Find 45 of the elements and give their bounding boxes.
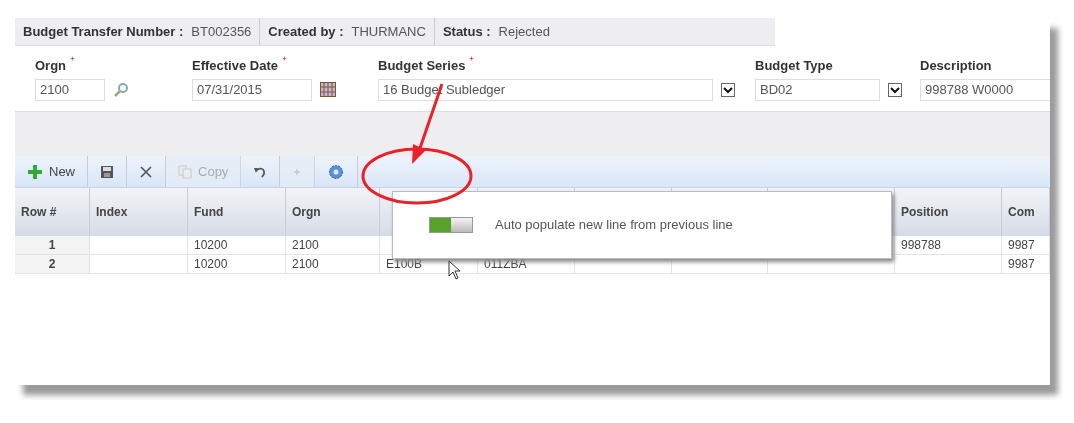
table-cell-text: 998788 <box>901 237 942 254</box>
field-label: Budget Series <box>378 57 466 75</box>
input-field[interactable]: 998788 W0000 <box>920 78 1050 101</box>
column-header: Row # <box>21 204 57 221</box>
field-label: Effective Date <box>192 57 278 75</box>
input-field[interactable]: 07/31/2015 <box>192 78 312 101</box>
header-value: Rejected <box>498 22 550 41</box>
field-label: Orgn <box>35 57 67 75</box>
input-field[interactable]: 2100 <box>35 78 105 101</box>
header-label: Status : <box>442 22 491 41</box>
star-icon <box>292 166 303 177</box>
column-header: Fund <box>194 204 224 221</box>
new-button[interactable]: New <box>15 156 88 187</box>
table-cell-text: 9987 <box>1008 237 1035 254</box>
dropdown-icon[interactable] <box>888 82 902 97</box>
save-icon <box>100 164 114 179</box>
table-cell-text: 9987 <box>1008 256 1035 273</box>
copy-icon <box>178 164 192 179</box>
settings-icon <box>327 162 346 181</box>
header-value: THURMANC <box>351 22 426 41</box>
search-icon[interactable] <box>113 81 129 98</box>
field-label: Description <box>920 57 992 75</box>
table-cell-text: 2100 <box>292 237 319 254</box>
column-header: Index <box>96 204 128 221</box>
table-cell-text: 2100 <box>292 256 319 273</box>
table-cell-text: 10200 <box>194 237 228 254</box>
table-cell-text: 10200 <box>194 256 228 273</box>
field-label: Budget Type <box>755 57 833 75</box>
calendar-icon[interactable] <box>320 82 336 97</box>
table-cell-text: 2 <box>48 256 56 273</box>
plus-icon <box>27 163 43 180</box>
table-cell-text: 011ZBA <box>484 256 527 273</box>
column-header: Orgn <box>292 204 321 221</box>
header-label: Created by : <box>268 22 344 41</box>
header-value: BT002356 <box>191 22 252 41</box>
header-label: Budget Transfer Number : <box>23 22 184 41</box>
table-cell-text: E100B <box>386 256 423 273</box>
dropdown-icon[interactable] <box>721 82 735 97</box>
table-cell-text: 1 <box>48 237 56 254</box>
column-header: Com <box>1008 204 1035 221</box>
column-header: Position <box>901 204 949 221</box>
close-icon <box>139 164 153 179</box>
toggle-switch[interactable] <box>429 217 473 233</box>
input-field[interactable]: BD02 <box>755 78 880 101</box>
option-label[interactable]: Auto populate new line from previous line <box>495 215 733 235</box>
